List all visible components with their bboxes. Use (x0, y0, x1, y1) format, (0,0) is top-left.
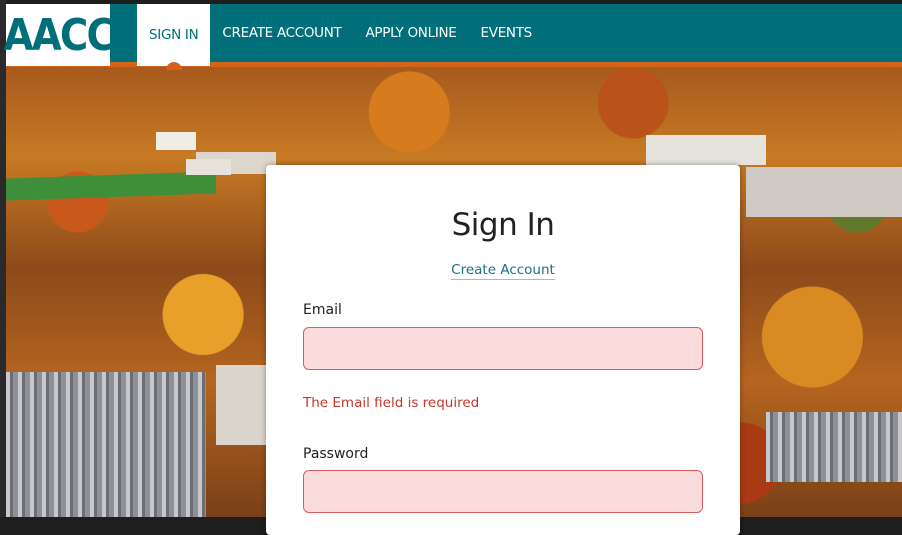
active-indicator (165, 62, 182, 70)
main-nav: SIGN IN CREATE ACCOUNT APPLY ONLINE EVEN… (137, 4, 544, 70)
email-field[interactable] (303, 327, 703, 370)
parking-lot (6, 372, 206, 517)
sign-in-card: Sign In Create Account Email The Email f… (266, 165, 740, 535)
password-field[interactable] (303, 470, 703, 513)
password-label: Password (303, 446, 369, 462)
nav-apply-online-label: APPLY ONLINE (365, 25, 457, 41)
logo-text: AACC (3, 9, 114, 61)
nav-sign-in-label: SIGN IN (149, 27, 199, 43)
nav-apply-online[interactable]: APPLY ONLINE (353, 4, 468, 62)
campus-building (156, 132, 196, 150)
aacc-logo[interactable]: AACC (3, 4, 115, 66)
nav-sign-in[interactable]: SIGN IN (137, 4, 211, 70)
sports-field (6, 171, 216, 201)
create-account-link[interactable]: Create Account (451, 262, 555, 280)
email-error-message: The Email field is required (303, 395, 480, 411)
nav-events[interactable]: EVENTS (469, 4, 544, 62)
parking-lot (766, 412, 902, 482)
campus-building (186, 159, 231, 175)
campus-building (746, 167, 902, 217)
campus-building (646, 135, 766, 165)
create-account-link-wrap: Create Account (266, 262, 740, 280)
page-title: Sign In (451, 207, 555, 243)
nav-events-label: EVENTS (480, 25, 533, 41)
nav-create-account[interactable]: CREATE ACCOUNT (210, 4, 353, 62)
email-label: Email (303, 302, 342, 318)
nav-create-account-label: CREATE ACCOUNT (222, 25, 342, 41)
